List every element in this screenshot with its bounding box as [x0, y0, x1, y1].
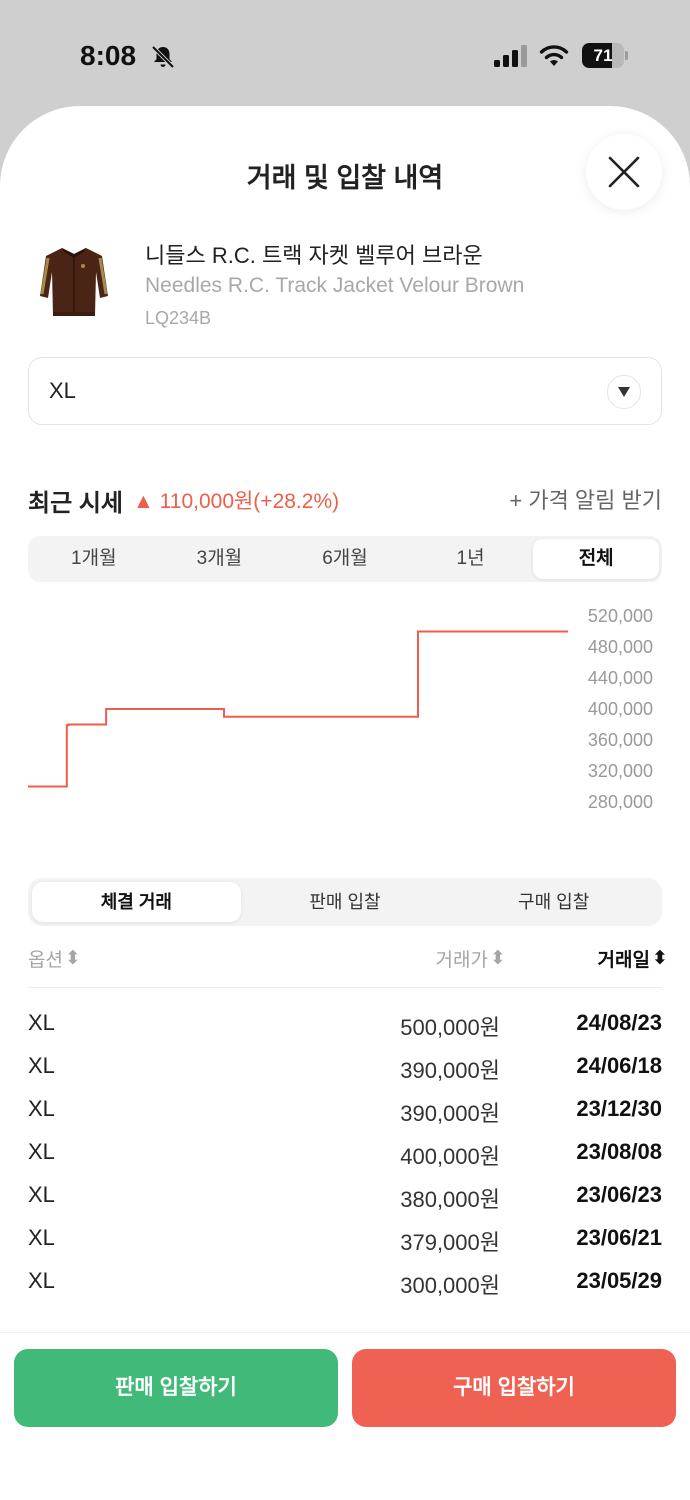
table-row: XL 390,000원 23/12/30 [28, 1088, 662, 1131]
cell-option: XL [28, 1053, 55, 1078]
product-image [28, 236, 120, 328]
product-model-code: LQ234B [145, 308, 212, 328]
cell-option: XL [28, 1268, 55, 1293]
recent-price-label: 최근 시세 [28, 489, 123, 517]
column-option-label: 옵션 [28, 949, 63, 971]
y-tick-label: 480,000 [588, 637, 653, 657]
y-tick-label: 520,000 [588, 606, 653, 626]
y-tick-label: 400,000 [588, 699, 653, 719]
wifi-icon [539, 45, 569, 66]
y-tick-label: 320,000 [588, 761, 653, 781]
column-price[interactable]: 거래가 ⬍ [435, 942, 506, 974]
dropdown-button[interactable] [607, 375, 641, 409]
size-select-value: XL [49, 378, 76, 403]
battery-percent: 71 [593, 46, 613, 65]
price-change: ▲ 110,000원(+28.2%) [133, 485, 339, 515]
cell-price: 500,000원 [400, 1015, 500, 1040]
cell-price: 390,000원 [400, 1058, 500, 1083]
column-date-label: 거래일 [597, 949, 650, 971]
cell-date: 23/06/21 [576, 1225, 662, 1250]
tab-3-months[interactable]: 3개월 [157, 539, 283, 579]
price-history-chart[interactable]: 520,000 480,000 440,000 400,000 360,000 320,0… [0, 596, 690, 816]
table-row: XL 500,000원 24/08/23 [28, 1002, 662, 1045]
table-row: XL 400,000원 23/08/08 [28, 1131, 662, 1174]
column-option[interactable]: 옵션 ⬍ [28, 942, 81, 974]
sort-desc-icon: ⬍ [652, 947, 668, 969]
table-row: XL 379,000원 23/06/21 [28, 1217, 662, 1260]
tab-completed-trades[interactable]: 체결 거래 [32, 882, 241, 922]
price-alert-link[interactable]: + 가격 알림 받기 [509, 483, 662, 515]
cell-price: 390,000원 [400, 1101, 500, 1126]
product-name-english: Needles R.C. Track Jacket Velour Brown [145, 274, 525, 297]
trade-table-header: 옵션 ⬍ 거래가 ⬍ 거래일 ⬍ [28, 942, 668, 988]
cell-date: 24/08/23 [576, 1010, 662, 1035]
product-summary[interactable]: 니들스 R.C. 트랙 자켓 벨루어 브라운 Needles R.C. Trac… [28, 234, 668, 330]
buy-bid-button[interactable]: 구매 입찰하기 [352, 1349, 676, 1427]
cell-price: 379,000원 [400, 1230, 500, 1255]
column-price-label: 거래가 [435, 949, 488, 971]
size-select[interactable]: XL [28, 357, 662, 425]
tab-1-year[interactable]: 1년 [408, 539, 534, 579]
product-name-korean: 니들스 R.C. 트랙 자켓 벨루어 브라운 [145, 243, 483, 268]
close-icon [608, 156, 640, 188]
cell-date: 23/05/29 [576, 1268, 662, 1293]
cell-option: XL [28, 1096, 55, 1121]
trade-table-body: XL 500,000원 24/08/23 XL 390,000원 24/06/18 XL… [28, 1002, 662, 1303]
cell-date: 23/06/23 [576, 1182, 662, 1207]
cell-option: XL [28, 1182, 55, 1207]
price-change-value: 110,000원(+28.2%) [159, 490, 340, 513]
table-row: XL 300,000원 23/05/29 [28, 1260, 662, 1303]
cell-option: XL [28, 1010, 55, 1035]
triangle-up-icon: ▲ [133, 490, 154, 513]
tab-6-months[interactable]: 6개월 [282, 539, 408, 579]
tab-1-month[interactable]: 1개월 [31, 539, 157, 579]
cell-date: 23/08/08 [576, 1139, 662, 1164]
trade-tabs: 체결 거래 판매 입찰 구매 입찰 [28, 878, 662, 926]
cell-price: 300,000원 [400, 1273, 500, 1298]
y-tick-label: 280,000 [588, 792, 653, 812]
sort-icon: ⬍ [490, 947, 506, 969]
status-bar: 8:08 71 [0, 0, 690, 110]
trade-history-sheet: 거래 및 입찰 내역 니들스 R.C. 트랙 자켓 벨루어 브라운 Needle… [0, 106, 690, 1500]
y-tick-label: 440,000 [588, 668, 653, 688]
status-time: 8:08 [80, 40, 137, 71]
column-date[interactable]: 거래일 ⬍ [597, 942, 668, 974]
cell-date: 24/06/18 [576, 1053, 662, 1078]
cell-price: 380,000원 [400, 1187, 500, 1212]
bell-muted-icon [151, 45, 175, 69]
cell-price: 400,000원 [400, 1144, 500, 1169]
period-tabs: 1개월 3개월 6개월 1년 전체 [28, 536, 662, 582]
price-series-line [28, 630, 568, 788]
sort-icon: ⬍ [64, 947, 81, 969]
bottom-action-bar: 판매 입찰하기 구매 입찰하기 [0, 1332, 690, 1500]
tab-all[interactable]: 전체 [533, 539, 659, 579]
tab-sell-bids[interactable]: 판매 입찰 [241, 882, 450, 922]
caret-down-icon [618, 387, 630, 397]
cell-date: 23/12/30 [576, 1096, 662, 1121]
sell-bid-button[interactable]: 판매 입찰하기 [14, 1349, 338, 1427]
tab-buy-bids[interactable]: 구매 입찰 [449, 882, 658, 922]
cell-option: XL [28, 1139, 55, 1164]
table-row: XL 390,000원 24/06/18 [28, 1045, 662, 1088]
signal-icon [494, 45, 527, 67]
battery-indicator: 71 [582, 43, 628, 68]
cell-option: XL [28, 1225, 55, 1250]
recent-price: 최근 시세 ▲ 110,000원(+28.2%) [28, 483, 339, 517]
close-button[interactable] [586, 134, 662, 210]
table-row: XL 380,000원 23/06/23 [28, 1174, 662, 1217]
y-tick-label: 360,000 [588, 730, 653, 750]
